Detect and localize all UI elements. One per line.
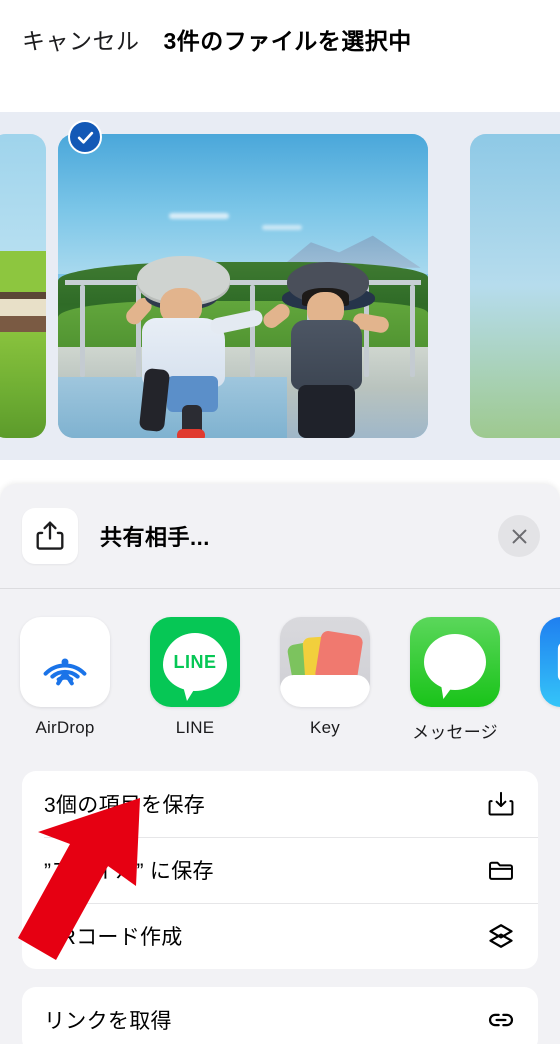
share-sheet-header: 共有相手... <box>0 484 560 589</box>
checkmark-icon[interactable] <box>68 120 102 154</box>
line-icon: LINE <box>150 617 240 707</box>
action-create-code[interactable]: QRコード作成 <box>22 903 538 969</box>
photo-thumbnail-next[interactable] <box>470 112 560 460</box>
photo-thumbnail-children[interactable] <box>58 112 450 460</box>
mail-icon <box>540 617 560 707</box>
share-target-label: LINE <box>175 718 215 737</box>
close-icon[interactable] <box>498 515 540 557</box>
page-title: 3件のファイルを選択中 <box>163 28 412 54</box>
share-targets-row[interactable]: AirDrop LINE LINE Key メッセージ <box>0 589 560 763</box>
share-target-airdrop[interactable]: AirDrop <box>20 617 110 738</box>
share-target-label: メッセージ <box>412 723 498 742</box>
folder-icon <box>486 855 516 885</box>
share-target-line[interactable]: LINE LINE <box>150 617 240 738</box>
share-target-label: Key <box>310 718 340 737</box>
share-target-key[interactable]: Key <box>280 617 370 738</box>
action-card-secondary: リンクを取得 <box>22 987 538 1044</box>
messages-icon <box>410 617 500 707</box>
airdrop-icon <box>20 617 110 707</box>
action-label: QRコード作成 <box>44 926 183 949</box>
line-glyph: LINE <box>173 651 217 672</box>
layers-icon <box>486 921 516 951</box>
link-icon <box>486 1005 516 1035</box>
photo-thumbnail-house[interactable] <box>0 112 46 460</box>
share-target-label: AirDrop <box>35 718 95 737</box>
save-download-icon <box>486 789 516 819</box>
share-target-messages[interactable]: メッセージ <box>410 617 500 743</box>
action-save-to-files[interactable]: ”ファイル” に保存 <box>22 837 538 903</box>
share-icon <box>22 508 78 564</box>
action-card-primary: 3個の項目を保存 ”ファイル” に保存 QRコード作成 <box>22 771 538 969</box>
navigation-bar: キャンセル 3件のファイルを選択中 <box>0 0 560 78</box>
action-get-link[interactable]: リンクを取得 <box>22 987 538 1044</box>
share-sheet-screen: キャンセル 3件のファイルを選択中 共有相手... AirDrop LINE L… <box>0 0 560 1044</box>
cancel-button[interactable]: キャンセル <box>22 22 140 56</box>
share-target-mail[interactable] <box>540 617 560 718</box>
share-action-list: 3個の項目を保存 ”ファイル” に保存 QRコード作成 リンクを取得 <box>0 763 560 1044</box>
action-save-items[interactable]: 3個の項目を保存 <box>22 771 538 837</box>
action-label: 3個の項目を保存 <box>44 794 206 817</box>
share-sheet-title: 共有相手... <box>100 525 210 550</box>
action-label: リンクを取得 <box>44 1010 172 1033</box>
key-app-icon <box>280 617 370 707</box>
house-lawn-image <box>0 134 46 438</box>
action-label: ”ファイル” に保存 <box>44 860 214 883</box>
sky-field-image <box>470 134 560 438</box>
two-children-on-deck-image <box>58 134 428 438</box>
photo-thumbnail-strip[interactable] <box>0 112 560 460</box>
share-sheet-panel: 共有相手... AirDrop LINE LINE Key メッセージ 3個の項… <box>0 484 560 1044</box>
